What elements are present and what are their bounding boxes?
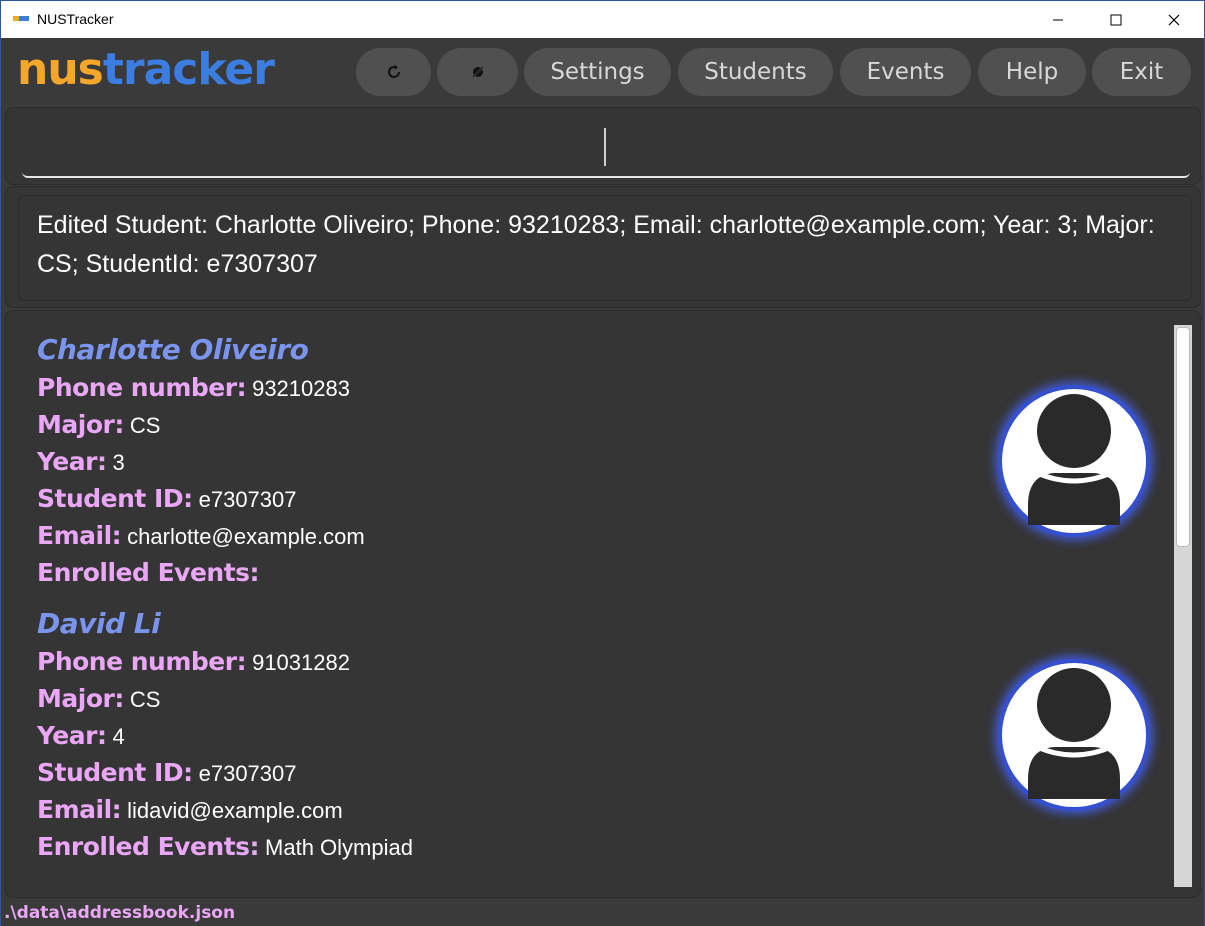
maximize-icon — [1110, 14, 1122, 26]
window-title: NUSTracker — [37, 11, 114, 27]
events-label: Enrolled Events: — [37, 832, 260, 861]
student-card[interactable]: David Li Phone number: 91031282 Major: CS … — [6, 607, 1166, 877]
phone-value: 93210283 — [252, 376, 350, 401]
phone-label: Phone number: — [37, 373, 247, 402]
events-value: Math Olympiad — [265, 835, 413, 860]
student-name: David Li — [37, 607, 161, 640]
refresh-button[interactable] — [356, 48, 431, 96]
window-titlebar: NUSTracker — [0, 0, 1205, 38]
student-id-label: Student ID: — [37, 758, 193, 787]
result-display: Edited Student: Charlotte Oliveiro; Phon… — [18, 195, 1192, 301]
phone-row: Phone number: 93210283 — [37, 373, 350, 402]
student-id-row: Student ID: e7307307 — [37, 484, 297, 513]
maximize-button[interactable] — [1087, 1, 1145, 39]
major-value: CS — [129, 687, 161, 712]
email-value: charlotte@example.com — [127, 524, 365, 549]
year-row: Year: 4 — [37, 721, 125, 750]
status-bar-path: .\data\addressbook.json — [1, 902, 1204, 926]
events-row: Enrolled Events: — [37, 558, 265, 587]
app-body: nustracker Settings Students Events Help… — [0, 38, 1205, 926]
logo-nus: nus — [17, 44, 104, 95]
command-panel — [5, 107, 1201, 185]
major-row: Major: CS — [37, 684, 160, 713]
command-input[interactable] — [22, 116, 1190, 178]
email-value: lidavid@example.com — [127, 798, 343, 823]
theme-toggle-icon — [470, 65, 485, 79]
students-button[interactable]: Students — [678, 48, 833, 96]
help-button[interactable]: Help — [978, 48, 1086, 96]
student-card[interactable]: Charlotte Oliveiro Phone number: 93210283… — [6, 333, 1166, 603]
student-list[interactable]: Charlotte Oliveiro Phone number: 93210283… — [5, 310, 1201, 898]
email-row: Email: lidavid@example.com — [37, 795, 343, 824]
year-label: Year: — [37, 447, 107, 476]
events-label: Enrolled Events: — [37, 558, 260, 587]
events-row: Enrolled Events: Math Olympiad — [37, 832, 413, 861]
close-icon — [1168, 14, 1180, 26]
student-id-value: e7307307 — [198, 487, 297, 512]
minimize-icon — [1053, 19, 1063, 21]
phone-label: Phone number: — [37, 647, 247, 676]
phone-value: 91031282 — [252, 650, 350, 675]
settings-button[interactable]: Settings — [524, 48, 671, 96]
user-icon — [1028, 394, 1120, 525]
email-row: Email: charlotte@example.com — [37, 521, 365, 550]
app-icon — [13, 16, 29, 21]
avatar — [998, 385, 1150, 537]
minimize-button[interactable] — [1029, 1, 1087, 39]
phone-row: Phone number: 91031282 — [37, 647, 350, 676]
events-button[interactable]: Events — [840, 48, 971, 96]
text-caret — [604, 128, 606, 166]
year-value: 4 — [112, 724, 125, 749]
theme-toggle-button[interactable] — [437, 48, 518, 96]
result-panel: Edited Student: Charlotte Oliveiro; Phon… — [5, 186, 1201, 308]
app-logo: nustracker — [17, 44, 275, 96]
student-name: Charlotte Oliveiro — [37, 333, 309, 366]
email-label: Email: — [37, 521, 122, 550]
year-label: Year: — [37, 721, 107, 750]
close-button[interactable] — [1145, 1, 1203, 39]
student-id-label: Student ID: — [37, 484, 193, 513]
student-id-value: e7307307 — [198, 761, 297, 786]
major-value: CS — [129, 413, 161, 438]
exit-button[interactable]: Exit — [1092, 48, 1191, 96]
logo-tracker: tracker — [102, 44, 275, 95]
user-icon — [1028, 668, 1120, 799]
scrollbar-thumb[interactable] — [1176, 327, 1190, 547]
year-value: 3 — [112, 450, 125, 475]
year-row: Year: 3 — [37, 447, 125, 476]
student-id-row: Student ID: e7307307 — [37, 758, 297, 787]
email-label: Email: — [37, 795, 122, 824]
avatar — [998, 659, 1150, 811]
major-label: Major: — [37, 410, 124, 439]
major-row: Major: CS — [37, 410, 160, 439]
refresh-icon — [387, 64, 400, 78]
major-label: Major: — [37, 684, 124, 713]
